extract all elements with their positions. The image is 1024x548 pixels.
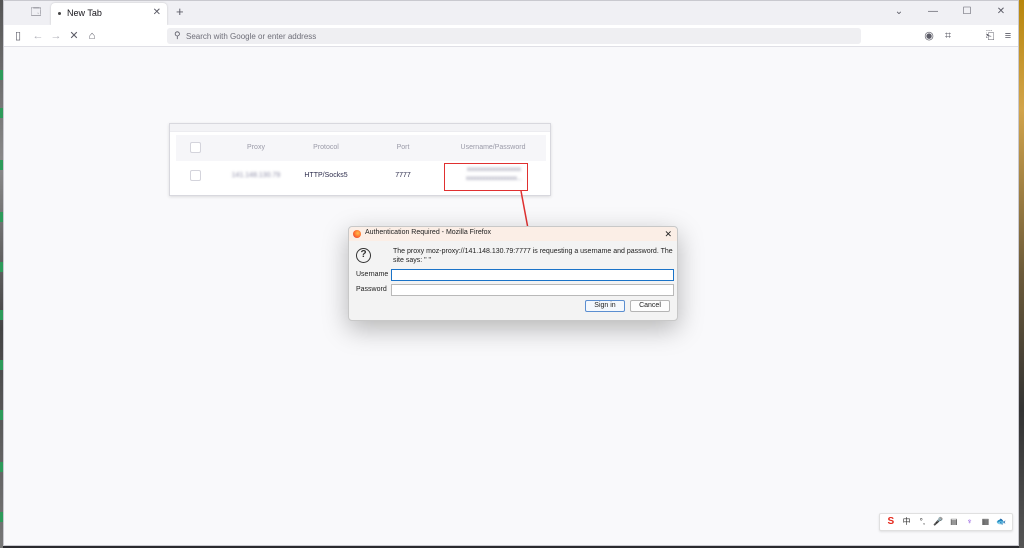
username-field[interactable] xyxy=(391,269,674,281)
dialog-message: The proxy moz-proxy://141.148.130.79:777… xyxy=(393,248,673,264)
skin-icon[interactable]: ♆ xyxy=(964,516,976,528)
search-icon: ⚲ xyxy=(174,30,181,40)
back-icon[interactable]: ← xyxy=(31,29,45,43)
account-icon[interactable]: ◉ xyxy=(922,29,936,43)
column-header-port: Port xyxy=(396,144,410,151)
fish-icon[interactable]: 🐟 xyxy=(995,516,1007,528)
dialog-title: Authentication Required - Mozilla Firefo… xyxy=(365,229,492,236)
browser-window: 🗔 New Tab ✕ + ⌄ — ☐ ✕ ▯ ← → ✕ ⌂ ⚲ ◉ ⌗ ⎗ … xyxy=(3,0,1019,546)
cancel-button[interactable]: Cancel xyxy=(630,300,670,312)
sign-in-button[interactable]: Sign in xyxy=(585,300,625,312)
punctuation-icon[interactable]: °, xyxy=(916,516,928,528)
password-label: Password xyxy=(356,286,387,293)
nav-toolbar: ▯ ← → ✕ ⌂ ⚲ ◉ ⌗ ⎗ ≡ xyxy=(4,25,1018,47)
username-label: Username xyxy=(356,271,389,278)
firefox-logo-icon xyxy=(353,230,361,238)
url-bar[interactable]: ⚲ xyxy=(167,28,861,44)
column-header-proxy: Proxy xyxy=(247,144,265,151)
tab-close-icon[interactable]: ✕ xyxy=(153,7,161,19)
cell-proxy: 141.148.130.79 xyxy=(231,172,281,179)
table-header-row: Proxy Protocol Port Username/Password xyxy=(176,135,546,161)
tab-title: New Tab xyxy=(67,8,102,18)
url-input[interactable] xyxy=(186,28,846,44)
minimize-button[interactable]: — xyxy=(926,5,940,19)
screenshot-crop-icon[interactable]: ⌗ xyxy=(941,29,955,43)
list-all-tabs-icon[interactable]: ⌄ xyxy=(892,5,906,19)
home-icon[interactable]: ⌂ xyxy=(85,29,99,43)
extensions-icon[interactable]: ⎗ xyxy=(983,29,997,43)
chinese-mode-icon[interactable]: 中 xyxy=(901,516,913,528)
dialog-close-icon[interactable]: ✕ xyxy=(664,227,672,241)
sidebar-icon[interactable]: ▯ xyxy=(11,29,25,43)
new-tab-button[interactable]: + xyxy=(176,5,184,19)
window-controls: ⌄ — ☐ ✕ xyxy=(892,5,1008,19)
maximize-button[interactable]: ☐ xyxy=(960,5,974,19)
row-checkbox[interactable] xyxy=(190,170,201,181)
microphone-icon[interactable]: 🎤 xyxy=(932,516,944,528)
keyboard-icon[interactable]: ▤ xyxy=(948,516,960,528)
tab-new-tab[interactable]: New Tab ✕ xyxy=(51,3,167,25)
auth-dialog: Authentication Required - Mozilla Firefo… xyxy=(348,226,678,321)
menu-icon[interactable]: ≡ xyxy=(1001,29,1015,43)
forward-icon[interactable]: → xyxy=(49,29,63,43)
cell-port: 7777 xyxy=(395,172,411,179)
question-icon: ? xyxy=(356,248,371,263)
grid-menu-icon[interactable]: ▦ xyxy=(979,516,991,528)
column-header-protocol: Protocol xyxy=(313,144,339,151)
select-all-checkbox[interactable] xyxy=(190,142,201,153)
stop-loading-icon[interactable]: ✕ xyxy=(67,29,81,43)
desktop-edge-right xyxy=(1019,0,1024,548)
tab-loading-icon xyxy=(58,12,61,15)
tab-strip: 🗔 New Tab ✕ + ⌄ — ☐ ✕ xyxy=(4,1,1018,25)
ime-toolbar: S 中 °, 🎤 ▤ ♆ ▦ 🐟 xyxy=(879,513,1013,531)
password-field[interactable] xyxy=(391,284,674,296)
close-window-button[interactable]: ✕ xyxy=(994,5,1008,19)
page-content: Proxy Protocol Port Username/Password 14… xyxy=(4,48,1018,545)
sogou-logo-icon[interactable]: S xyxy=(885,516,897,528)
dialog-titlebar: Authentication Required - Mozilla Firefo… xyxy=(349,227,677,241)
cell-protocol: HTTP/Socks5 xyxy=(304,172,348,179)
annotation-highlight-box xyxy=(444,163,528,191)
firefox-view-icon[interactable]: 🗔 xyxy=(30,7,42,19)
column-header-credentials: Username/Password xyxy=(460,144,526,151)
